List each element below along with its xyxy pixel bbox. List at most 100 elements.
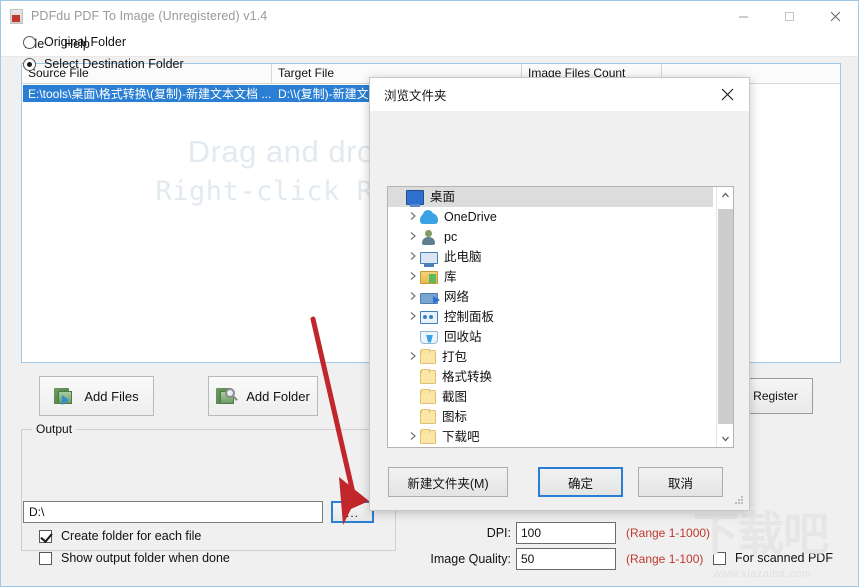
dialog-title-bar: 浏览文件夹	[370, 78, 749, 111]
checkbox-for-scanned-pdf[interactable]: For scanned PDF	[713, 551, 833, 565]
for-scanned-pdf-label: For scanned PDF	[735, 551, 833, 565]
this-pc-icon	[420, 251, 438, 267]
scroll-down-icon[interactable]	[717, 430, 733, 447]
tree-item-11[interactable]: 图标	[388, 407, 713, 427]
dpi-range-note: (Range 1-1000)	[626, 526, 711, 540]
minimize-icon[interactable]	[720, 1, 766, 31]
pdf-app-icon	[10, 8, 23, 24]
image-quality-label: Image Quality:	[430, 552, 511, 566]
radio-original-folder[interactable]: Original Folder	[23, 35, 126, 49]
dpi-label: DPI:	[486, 526, 511, 540]
show-output-folder-label: Show output folder when done	[61, 551, 230, 565]
tree-item-label: 下载吧	[442, 429, 480, 444]
close-icon[interactable]	[812, 1, 858, 31]
folder-icon	[420, 409, 436, 424]
dpi-input[interactable]: 100	[516, 522, 616, 544]
network-icon	[420, 292, 440, 304]
chevron-right-icon[interactable]	[406, 311, 420, 323]
tree-item-12[interactable]: 下载吧	[388, 427, 713, 447]
folder-icon	[420, 429, 436, 444]
scroll-up-icon[interactable]	[717, 187, 733, 204]
resize-grip-icon[interactable]	[734, 496, 744, 506]
checkbox-create-folder-each-file[interactable]: Create folder for each file	[39, 529, 201, 543]
tree-item-label: 回收站	[444, 329, 482, 344]
chevron-right-icon[interactable]	[406, 351, 420, 363]
scrollbar-thumb[interactable]	[718, 209, 733, 424]
tree-item-1[interactable]: OneDrive	[388, 207, 713, 227]
dialog-title: 浏览文件夹	[384, 89, 447, 103]
tree-item-label: 截图	[442, 389, 468, 404]
folder-add-icon	[54, 386, 76, 406]
register-label: Register	[753, 389, 798, 403]
browse-destination-button[interactable]: ...	[331, 501, 374, 523]
control-panel-icon	[420, 310, 438, 324]
folder-icon	[420, 389, 436, 404]
tree-item-label: 桌面	[430, 189, 456, 204]
checkbox-unchecked-icon	[39, 551, 52, 565]
application-window: PDFdu PDF To Image (Unregistered) v1.4 F…	[0, 0, 859, 587]
menu-bar: File Help	[1, 31, 858, 57]
window-controls	[720, 1, 858, 31]
radio-original-folder-label: Original Folder	[44, 35, 126, 49]
radio-button-selected-icon	[23, 57, 36, 71]
folder-icon	[420, 349, 436, 364]
title-bar: PDFdu PDF To Image (Unregistered) v1.4	[1, 1, 858, 31]
site-watermark: 下载吧 www.xiazaiba.com	[691, 511, 859, 588]
dialog-close-icon[interactable]	[705, 78, 749, 111]
radio-select-destination-folder[interactable]: Select Destination Folder	[23, 57, 184, 71]
new-folder-button[interactable]: 新建文件夹(M)	[388, 467, 508, 497]
tree-item-4[interactable]: 库	[388, 267, 713, 287]
image-quality-input[interactable]: 50	[516, 548, 616, 570]
tree-item-label: OneDrive	[444, 209, 497, 224]
radio-button-icon	[23, 35, 36, 49]
tree-item-6[interactable]: 控制面板	[388, 307, 713, 327]
image-quality-range-note: (Range 1-100)	[626, 552, 704, 566]
tree-item-label: 格式转换	[442, 369, 493, 384]
chevron-right-icon[interactable]	[406, 251, 420, 263]
chevron-right-icon[interactable]	[406, 271, 420, 283]
radio-destination-label: Select Destination Folder	[44, 57, 184, 71]
tree-item-10[interactable]: 截图	[388, 387, 713, 407]
folder-tree[interactable]: 桌面 OneDrive pc 此电脑库网络控制面板回收站打包格式转换截图图标下载吧	[387, 186, 734, 448]
maximize-icon[interactable]	[766, 1, 812, 31]
window-title: PDFdu PDF To Image (Unregistered) v1.4	[31, 9, 268, 23]
tree-item-9[interactable]: 格式转换	[388, 367, 713, 387]
chevron-right-icon[interactable]	[406, 211, 420, 223]
tree-item-3[interactable]: 此电脑	[388, 247, 713, 267]
desktop-icon	[406, 189, 424, 207]
create-folder-label: Create folder for each file	[61, 529, 202, 543]
add-files-button[interactable]: Add Files	[39, 376, 154, 416]
add-folder-label: Add Folder	[246, 388, 310, 404]
tree-item-label: 打包	[442, 349, 468, 364]
chevron-right-icon[interactable]	[406, 291, 420, 303]
checkbox-show-output-folder[interactable]: Show output folder when done	[39, 551, 230, 565]
browse-folder-dialog: 浏览文件夹 桌面 OneDrive pc 此电脑库网络控制面板回收站打包格式转换截图图…	[369, 77, 750, 511]
checkbox-checked-icon	[39, 529, 52, 543]
recycle-bin-icon	[420, 330, 438, 344]
folder-tree-list: 桌面 OneDrive pc 此电脑库网络控制面板回收站打包格式转换截图图标下载吧	[388, 187, 713, 447]
add-folder-button[interactable]: Add Folder	[208, 376, 318, 416]
tree-item-8[interactable]: 打包	[388, 347, 713, 367]
tree-item-label: 库	[444, 269, 457, 284]
cancel-button[interactable]: 取消	[638, 467, 723, 497]
user-icon	[420, 229, 438, 245]
tree-item-2[interactable]: pc	[388, 227, 713, 247]
tree-item-5[interactable]: 网络	[388, 287, 713, 307]
tree-item-label: 控制面板	[444, 309, 495, 324]
ok-button[interactable]: 确定	[538, 467, 623, 497]
cell-source-file: E:\tools\桌面\格式转换\(复制)-新建文本文档 ...	[28, 87, 272, 101]
checkbox-unchecked-icon	[713, 551, 726, 565]
destination-path-input[interactable]: D:\	[23, 501, 323, 523]
add-files-label: Add Files	[84, 388, 139, 404]
watermark-url: www.xiazaiba.com	[713, 568, 812, 580]
output-group-legend: Output	[32, 422, 77, 436]
tree-item-0[interactable]: 桌面	[388, 187, 713, 207]
chevron-right-icon[interactable]	[406, 431, 420, 443]
folder-search-icon	[216, 386, 239, 406]
tree-item-7[interactable]: 回收站	[388, 327, 713, 347]
dialog-body: 桌面 OneDrive pc 此电脑库网络控制面板回收站打包格式转换截图图标下载吧 新…	[370, 111, 749, 510]
tree-item-label: 图标	[442, 409, 468, 424]
chevron-right-icon[interactable]	[406, 231, 420, 243]
folder-tree-scrollbar[interactable]	[716, 187, 733, 447]
library-icon	[420, 270, 438, 284]
